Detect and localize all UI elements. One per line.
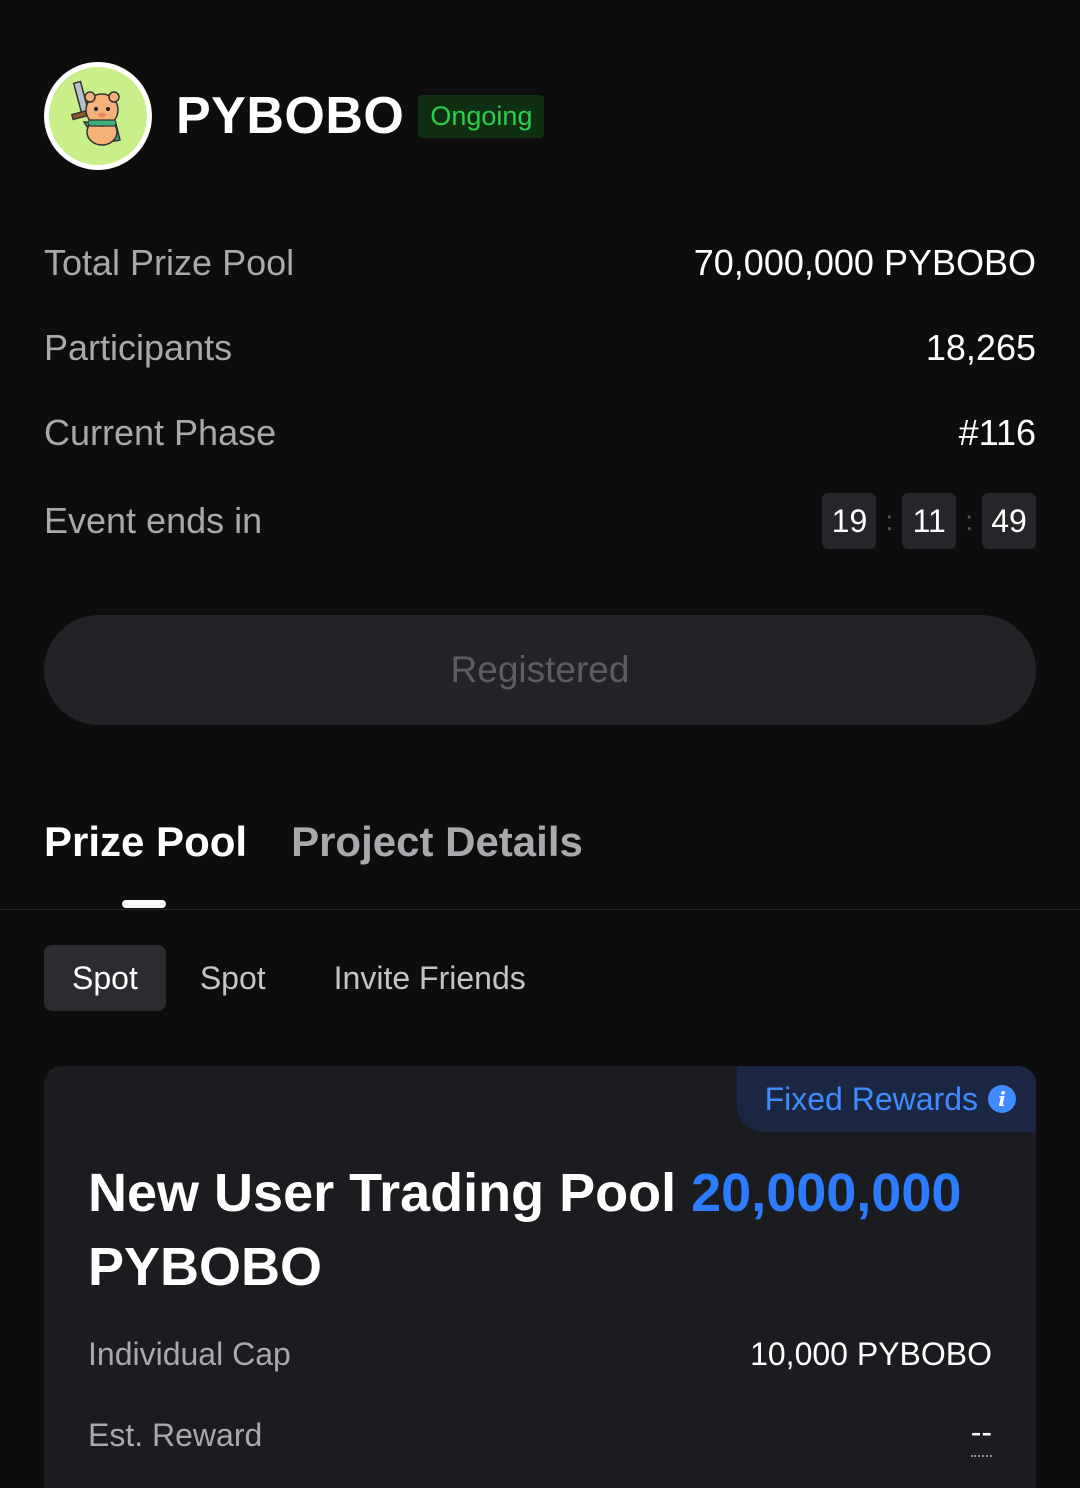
- active-tab-indicator: [122, 900, 166, 908]
- subtab-spot-active[interactable]: Spot: [44, 945, 166, 1011]
- project-header: PYBOBO Ongoing: [44, 62, 545, 170]
- subtab-invite-friends[interactable]: Invite Friends: [300, 945, 560, 1011]
- main-tabs: Prize Pool Project Details: [44, 818, 627, 866]
- tabs-divider: [0, 909, 1080, 910]
- token-name: PYBOBO: [176, 87, 405, 145]
- individual-cap-row: Individual Cap 10,000 PYBOBO: [88, 1336, 992, 1373]
- pool-card: Fixed Rewards i New User Trading Pool 20…: [44, 1066, 1036, 1488]
- pool-title-suffix: PYBOBO: [88, 1237, 323, 1297]
- est-reward-label: Est. Reward: [88, 1417, 263, 1453]
- fixed-rewards-tag[interactable]: Fixed Rewards i: [736, 1066, 1036, 1132]
- total-prize-pool-label: Total Prize Pool: [44, 242, 295, 283]
- countdown-seconds: 49: [982, 493, 1036, 549]
- total-prize-pool-row: Total Prize Pool 70,000,000 PYBOBO: [44, 242, 1036, 284]
- status-badge: Ongoing: [418, 94, 545, 138]
- current-phase-label: Current Phase: [44, 412, 277, 453]
- countdown-timer: 19 : 11 : 49: [822, 493, 1036, 549]
- bear-warrior-mascot-icon: [49, 67, 147, 165]
- subtabs: Spot Spot Invite Friends: [44, 945, 560, 1011]
- individual-cap-value: 10,000 PYBOBO: [750, 1336, 992, 1372]
- current-phase-row: Current Phase #116: [44, 412, 1036, 454]
- est-reward-value[interactable]: --: [970, 1414, 992, 1457]
- tab-prize-pool[interactable]: Prize Pool: [44, 818, 247, 866]
- event-ends-label: Event ends in: [44, 500, 263, 541]
- fixed-rewards-label: Fixed Rewards: [764, 1080, 978, 1117]
- pool-amount: 20,000,000: [691, 1163, 962, 1223]
- participants-row: Participants 18,265: [44, 327, 1036, 369]
- current-phase-value: #116: [958, 412, 1036, 453]
- info-icon[interactable]: i: [988, 1085, 1016, 1113]
- individual-cap-label: Individual Cap: [88, 1336, 291, 1372]
- total-prize-pool-value: 70,000,000 PYBOBO: [693, 242, 1036, 283]
- avatar: [44, 62, 152, 170]
- participants-value: 18,265: [925, 327, 1036, 368]
- subtab-spot[interactable]: Spot: [166, 945, 300, 1011]
- event-ends-row: Event ends in 19 : 11 : 49: [44, 493, 1036, 549]
- pool-title: New User Trading Pool 20,000,000 PYBOBO: [88, 1156, 1008, 1304]
- participants-label: Participants: [44, 327, 233, 368]
- countdown-separator: :: [965, 505, 973, 536]
- est-reward-row: Est. Reward --: [88, 1414, 992, 1457]
- countdown-separator: :: [885, 505, 894, 536]
- pool-title-prefix: New User Trading Pool: [88, 1163, 677, 1223]
- page: PYBOBO Ongoing Total Prize Pool 70,000,0…: [0, 0, 1080, 1488]
- countdown-hours: 19: [822, 493, 877, 549]
- tab-project-details[interactable]: Project Details: [291, 818, 583, 866]
- registered-button[interactable]: Registered: [44, 615, 1036, 725]
- countdown-minutes: 11: [902, 493, 957, 549]
